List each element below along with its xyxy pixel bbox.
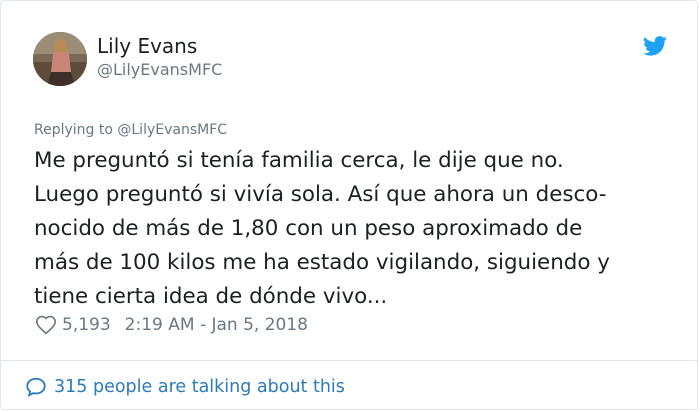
- replying-to-label[interactable]: Replying to @LilyEvansMFC: [34, 121, 227, 139]
- conversation-count-text[interactable]: 315 people are talking about this: [54, 375, 345, 399]
- tweet-meta: 5,193 2:19 AM - Jan 5, 2018: [35, 313, 308, 337]
- divider: [1, 360, 697, 361]
- conversation-link[interactable]: 315 people are talking about this: [25, 375, 345, 399]
- twitter-bird-icon[interactable]: [643, 36, 667, 56]
- tweet-line: más de 100 kilos me ha estado vigilando,…: [34, 250, 610, 275]
- embedded-tweet-card: Lily Evans @LilyEvansMFC Replying to @Li…: [0, 0, 698, 410]
- comment-bubble-icon: [26, 377, 46, 397]
- tweet-line: Me preguntó si tenía familia cerca, le d…: [34, 148, 564, 173]
- avatar-photo: [33, 32, 87, 86]
- like-count[interactable]: 5,193: [62, 313, 111, 337]
- heart-icon[interactable]: [35, 314, 57, 336]
- tweet-text: Me preguntó si tenía familia cerca, le d…: [34, 144, 684, 314]
- tweet-line: nocido de más de 1,80 con un peso aproxi…: [34, 216, 583, 241]
- tweet-timestamp[interactable]: 2:19 AM - Jan 5, 2018: [125, 313, 308, 337]
- avatar[interactable]: [33, 32, 87, 86]
- author-name[interactable]: Lily Evans: [97, 34, 197, 58]
- tweet-line: tiene cierta idea de dónde vivo...: [34, 284, 388, 309]
- tweet-line: Luego preguntó si vivía sola. Así que ah…: [34, 182, 607, 207]
- author-handle[interactable]: @LilyEvansMFC: [97, 60, 222, 80]
